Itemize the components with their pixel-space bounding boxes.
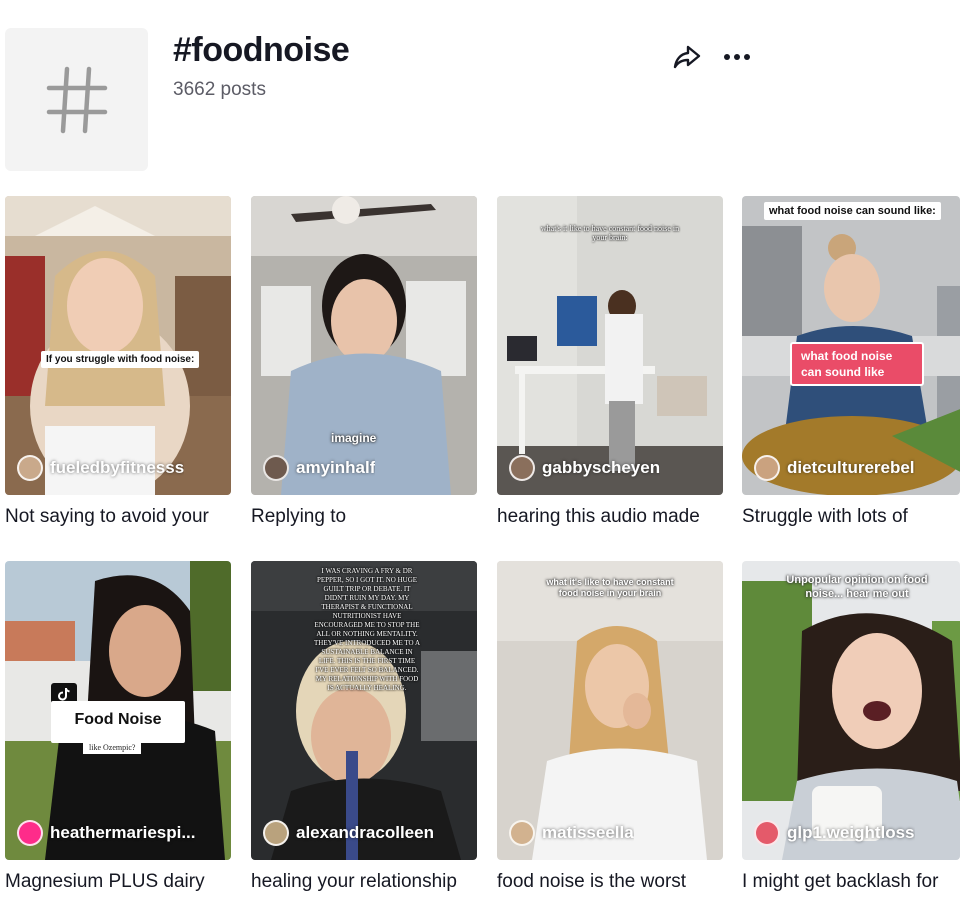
video-author[interactable]: amyinhalf: [263, 455, 375, 481]
video-author[interactable]: dietculturerebel: [754, 455, 915, 481]
video-author[interactable]: heathermariespi...: [17, 820, 196, 846]
hashtag-avatar: [5, 28, 148, 171]
video-thumbnail[interactable]: what food noise can sound like: what foo…: [742, 196, 960, 495]
video-author[interactable]: matisseella: [509, 820, 634, 846]
author-avatar: [17, 820, 43, 846]
share-arrow-icon: [673, 45, 701, 69]
video-card[interactable]: what food noise can sound like: what foo…: [742, 196, 960, 529]
author-name: heathermariespi...: [50, 823, 196, 842]
author-avatar: [263, 820, 289, 846]
video-still: [497, 561, 723, 860]
more-options-icon: [724, 54, 750, 60]
video-description[interactable]: I might get backlash for: [742, 870, 960, 894]
video-card[interactable]: Food Noise like Ozempic? heathermariespi…: [5, 561, 231, 894]
video-thumbnail[interactable]: what's it like to have constant food noi…: [497, 196, 723, 495]
video-card[interactable]: If you struggle with food noise: fueledb…: [5, 196, 231, 529]
video-card[interactable]: imagine amyinhalf Replying to: [251, 196, 477, 529]
video-description[interactable]: Not saying to avoid your: [5, 505, 231, 529]
video-still: [5, 196, 231, 495]
video-description[interactable]: Replying to: [251, 505, 477, 529]
video-thumbnail[interactable]: Unpopular opinion on food noise... hear …: [742, 561, 960, 860]
video-author[interactable]: glp1.weightloss: [754, 820, 915, 846]
video-overlay-text: Unpopular opinion on food noise... hear …: [786, 574, 928, 600]
video-card[interactable]: what's it like to have constant food noi…: [497, 196, 723, 529]
author-avatar: [754, 820, 780, 846]
hashtag-title: #foodnoise: [173, 31, 350, 69]
video-overlay-text: what's it like to have constant food noi…: [540, 224, 680, 242]
video-thumbnail[interactable]: imagine amyinhalf: [251, 196, 477, 495]
post-count: 3662 posts: [173, 79, 266, 100]
author-name: fueledbyfitnesss: [50, 458, 185, 477]
video-overlay-text: If you struggle with food noise:: [41, 351, 200, 368]
author-avatar: [17, 455, 43, 481]
author-name: gabbyscheyen: [542, 458, 661, 477]
video-thumbnail[interactable]: Food Noise like Ozempic? heathermariespi…: [5, 561, 231, 860]
video-card[interactable]: Unpopular opinion on food noise... hear …: [742, 561, 960, 894]
author-avatar: [509, 455, 535, 481]
author-name: amyinhalf: [296, 458, 376, 477]
video-card[interactable]: what it's like to have constant food noi…: [497, 561, 723, 894]
video-still: [251, 196, 477, 495]
video-overlay-title: Food Noise: [74, 711, 162, 728]
more-options-button[interactable]: [720, 40, 754, 74]
video-description[interactable]: food noise is the worst: [497, 870, 723, 894]
video-overlay-text: imagine: [331, 431, 377, 445]
video-card[interactable]: I WAS CRAVING A FRY & DR PEPPER, SO I GO…: [251, 561, 477, 894]
author-name: alexandracolleen: [296, 823, 434, 842]
author-avatar: [263, 455, 289, 481]
video-overlay-text: I WAS CRAVING A FRY & DR PEPPER, SO I GO…: [314, 567, 420, 692]
author-avatar: [754, 455, 780, 481]
hashtag-header: #foodnoise 3662 posts: [0, 0, 960, 180]
share-button[interactable]: [670, 40, 704, 74]
video-still: [742, 561, 960, 860]
video-description[interactable]: Struggle with lots of: [742, 505, 960, 529]
video-description[interactable]: Magnesium PLUS dairy: [5, 870, 231, 894]
video-overlay-card: Food Noise: [51, 701, 185, 743]
video-thumbnail[interactable]: I WAS CRAVING A FRY & DR PEPPER, SO I GO…: [251, 561, 477, 860]
author-name: glp1.weightloss: [787, 823, 915, 842]
author-avatar: [509, 820, 535, 846]
video-thumbnail[interactable]: what it's like to have constant food noi…: [497, 561, 723, 860]
author-name: dietculturerebel: [787, 458, 915, 477]
video-overlay-badge: what food noise can sound like: [790, 342, 924, 386]
video-overlay-text-top: what food noise can sound like:: [764, 202, 941, 220]
author-name: matisseella: [542, 823, 634, 842]
video-description[interactable]: hearing this audio made: [497, 505, 723, 529]
video-overlay-text: what it's like to have constant food noi…: [546, 577, 674, 598]
video-overlay-subtitle: like Ozempic?: [83, 741, 142, 754]
video-description[interactable]: healing your relationship: [251, 870, 477, 894]
hashtag-icon: [46, 66, 107, 133]
video-author[interactable]: alexandracolleen: [263, 820, 434, 846]
video-thumbnail[interactable]: If you struggle with food noise: fueledb…: [5, 196, 231, 495]
video-author[interactable]: fueledbyfitnesss: [17, 455, 184, 481]
video-author[interactable]: gabbyscheyen: [509, 455, 660, 481]
